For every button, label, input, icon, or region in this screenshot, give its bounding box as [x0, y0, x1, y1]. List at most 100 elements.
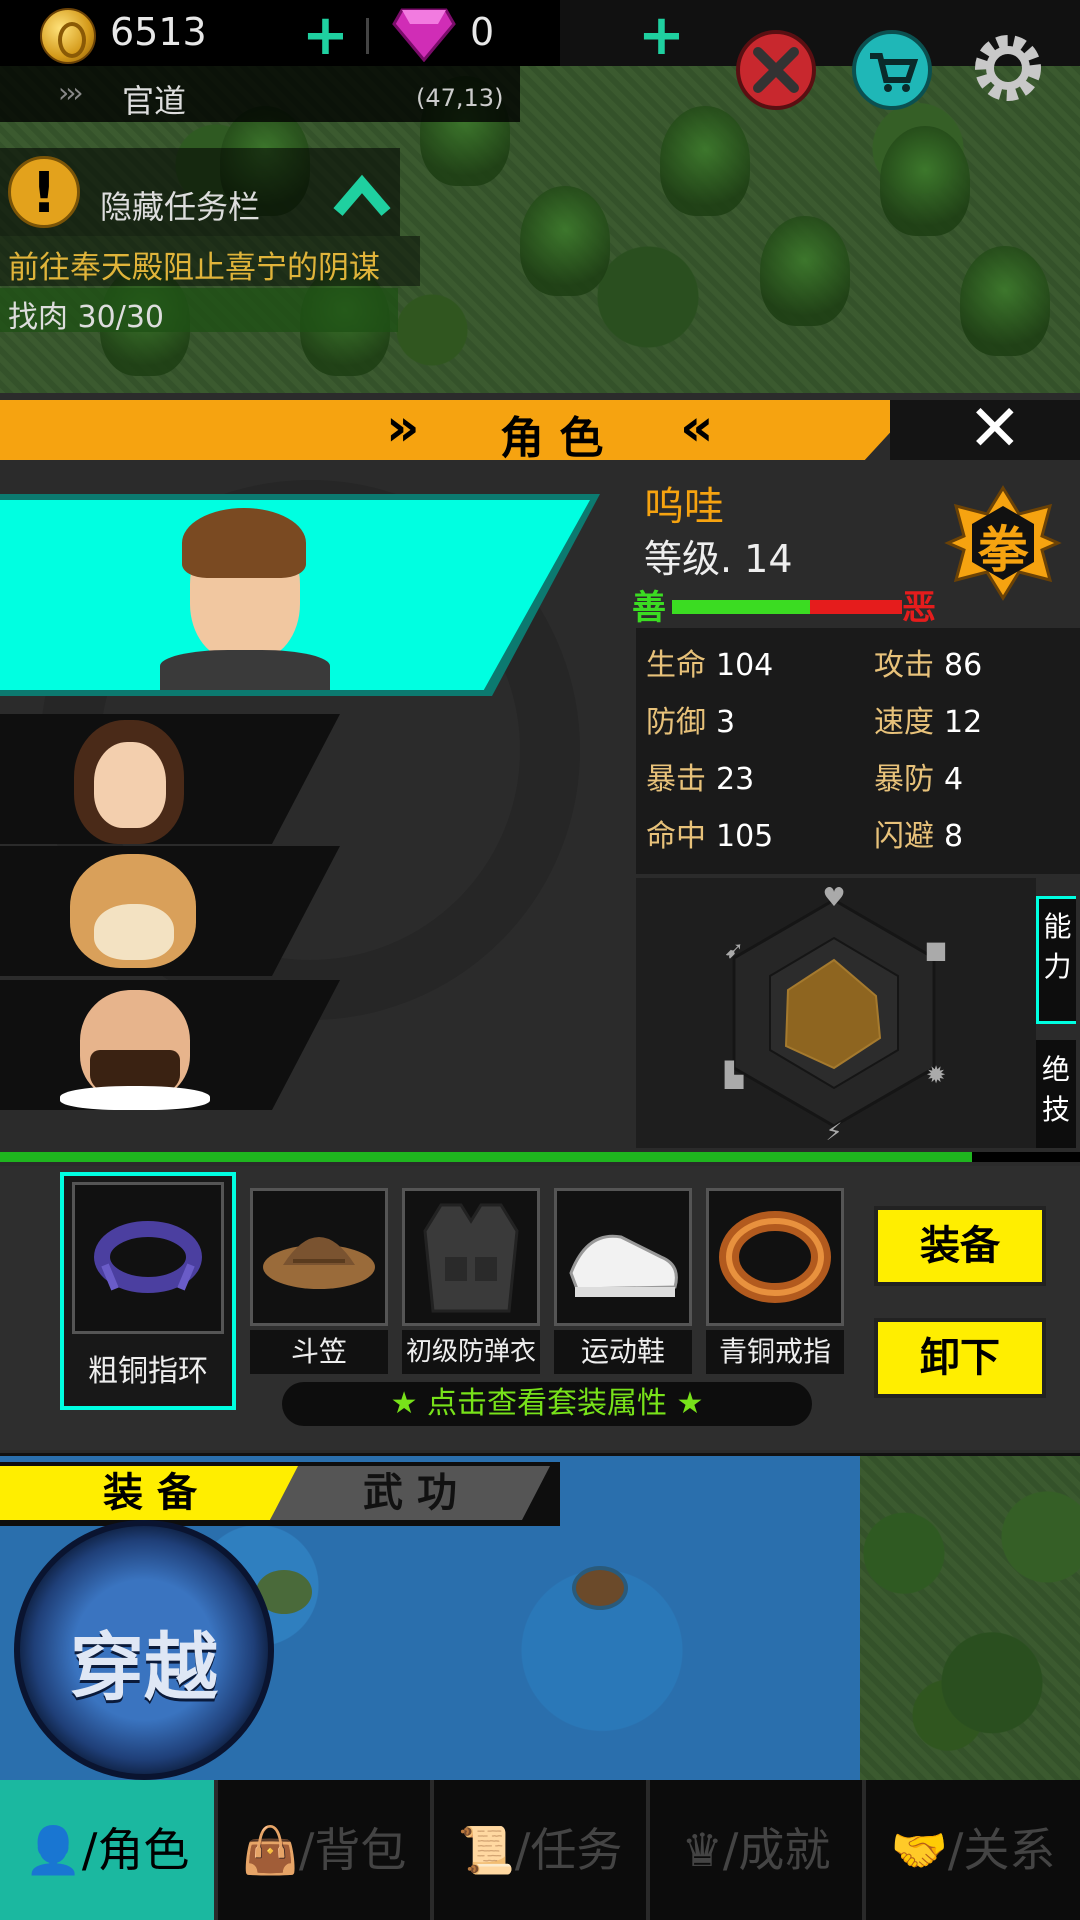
fist-style-badge: 拳 [944, 484, 1062, 602]
location-coords: (47,13) [416, 84, 504, 112]
equip-button[interactable]: 装备 [874, 1206, 1046, 1286]
close-icon[interactable]: ✕ [968, 392, 1022, 466]
stat-value: 104 [716, 648, 774, 683]
stat-value: 8 [944, 819, 964, 854]
set-bonus-link[interactable]: ★ 点击查看套装属性 ★ [282, 1382, 812, 1426]
map-shore [860, 1456, 1080, 1780]
svg-text:♥: ♥ [822, 883, 845, 913]
tab-equipment[interactable]: 装 备 [0, 1466, 300, 1520]
svg-text:■: ■ [925, 936, 948, 964]
stat-value: 86 [944, 648, 983, 683]
panel-title: 角 色 [500, 413, 604, 464]
stat-cell: 暴防 4 [874, 754, 963, 798]
equip-label-ring: 粗铜指环 [88, 1354, 208, 1389]
crown-icon: ♛ [681, 1823, 723, 1877]
tab-skill-label: 绝技 [1041, 1053, 1070, 1126]
stat-label: 生命 [646, 648, 706, 683]
equip-slot-bronze-ring[interactable] [706, 1188, 844, 1326]
character-level: 等级. 14 [644, 537, 793, 581]
svg-text:⚡: ⚡ [826, 1118, 843, 1146]
collapse-chevron-icon[interactable] [330, 168, 394, 220]
evil-label: 恶 [902, 588, 936, 628]
add-coins-button[interactable]: + [302, 8, 349, 64]
title-right-arrows: « [680, 398, 714, 458]
nav-relations-label: /关系 [947, 1823, 1056, 1877]
experience-bar-fill [0, 1152, 972, 1162]
morality-good-fill [672, 600, 810, 614]
handshake-icon: 🤝 [890, 1823, 948, 1877]
stat-cell: 命中 105 [646, 811, 773, 855]
character-name: 呜哇 [644, 484, 724, 530]
nav-bag[interactable]: 👜/背包 [218, 1780, 430, 1920]
svg-text:➹: ➹ [724, 936, 744, 964]
pvp-toggle-button[interactable] [736, 30, 816, 110]
stat-cell: 攻击 86 [874, 640, 982, 684]
stat-value: 4 [944, 762, 964, 797]
travel-button-label: 穿越 [70, 1625, 218, 1711]
stat-cell: 生命 104 [646, 640, 773, 684]
stat-label: 攻击 [874, 648, 934, 683]
stat-cell: 暴击 23 [646, 754, 754, 798]
equip-slot-hat[interactable] [250, 1188, 388, 1326]
stat-value: 23 [716, 762, 755, 797]
stat-value: 3 [716, 705, 736, 740]
person-icon: 👤 [24, 1823, 82, 1877]
location-name: 官道 [122, 82, 187, 120]
nav-quests[interactable]: 📜/任务 [434, 1780, 646, 1920]
add-gems-button[interactable]: + [638, 8, 685, 64]
fist-badge-text: 拳 [978, 521, 1028, 579]
divider [366, 18, 369, 54]
panel-title-bar [0, 400, 920, 460]
stat-value: 12 [944, 705, 983, 740]
equip-slot-ring[interactable] [72, 1182, 224, 1334]
stats-grid: 生命 104 攻击 86 防御 3 速度 12 暴击 23 暴防 4 命中 105 闪避 8 [646, 640, 1076, 870]
stat-label: 闪避 [874, 819, 934, 854]
good-label: 善 [632, 588, 666, 628]
gem-count: 0 [470, 10, 495, 54]
bag-icon: 👜 [241, 1823, 299, 1877]
stat-cell: 闪避 8 [874, 811, 963, 855]
tab-skill[interactable]: 绝技 [1036, 1040, 1076, 1148]
stat-cell: 防御 3 [646, 697, 735, 741]
svg-text:✹: ✹ [926, 1061, 946, 1089]
equip-label-vest: 初级防弹衣 [402, 1330, 540, 1374]
quest-toggle-label[interactable]: 隐藏任务栏 [100, 182, 260, 228]
location-chevrons-icon: ››› [58, 76, 84, 109]
nav-bag-label: /背包 [298, 1823, 407, 1877]
stat-label: 暴防 [874, 762, 934, 797]
sub-quest-text: 找肉 30/30 [8, 300, 164, 335]
nav-quests-label: /任务 [514, 1823, 623, 1877]
unequip-button[interactable]: 卸下 [874, 1318, 1046, 1398]
nav-achievements-label: /成就 [722, 1823, 831, 1877]
gem-icon [392, 6, 456, 63]
tab-martial-arts[interactable]: 武 功 [270, 1466, 550, 1520]
nav-achievements[interactable]: ♛/成就 [650, 1780, 862, 1920]
stat-label: 命中 [646, 819, 706, 854]
settings-gear-icon[interactable] [966, 26, 1050, 110]
equip-slot-vest[interactable] [402, 1188, 540, 1326]
nav-character[interactable]: 👤/角色 [0, 1780, 214, 1920]
stat-value: 105 [716, 819, 774, 854]
stat-label: 速度 [874, 705, 934, 740]
alert-icon: ! [8, 156, 80, 228]
equip-label-hat: 斗笠 [250, 1330, 388, 1374]
coin-count: 6513 [110, 10, 207, 54]
bottom-navigation: 👤/角色 👜/背包 📜/任务 ♛/成就 🤝/关系 [0, 1780, 1080, 1920]
travel-button[interactable]: 穿越 [14, 1520, 274, 1780]
shop-button[interactable] [852, 30, 932, 110]
nav-relations[interactable]: 🤝/关系 [866, 1780, 1080, 1920]
tab-ability[interactable]: 能力 [1036, 896, 1076, 1024]
main-quest-text: 前往奉天殿阻止喜宁的阴谋 [8, 250, 380, 286]
tab-ability-label: 能力 [1043, 910, 1072, 983]
title-left-arrows: » [386, 398, 420, 458]
equip-slot-shoes[interactable] [554, 1188, 692, 1326]
stat-label: 暴击 [646, 762, 706, 797]
stat-cell: 速度 12 [874, 697, 982, 741]
morality-bar [672, 600, 902, 614]
equip-label-bronze-ring: 青铜戒指 [706, 1330, 844, 1374]
scroll-icon: 📜 [457, 1823, 515, 1877]
svg-text:▙: ▙ [724, 1060, 744, 1089]
nav-character-label: /角色 [81, 1823, 190, 1877]
ability-radar-box: ♥ ■ ✹ ⚡ ▙ ➹ [636, 878, 1036, 1148]
ability-radar-chart: ♥ ■ ✹ ⚡ ▙ ➹ [724, 883, 948, 1146]
